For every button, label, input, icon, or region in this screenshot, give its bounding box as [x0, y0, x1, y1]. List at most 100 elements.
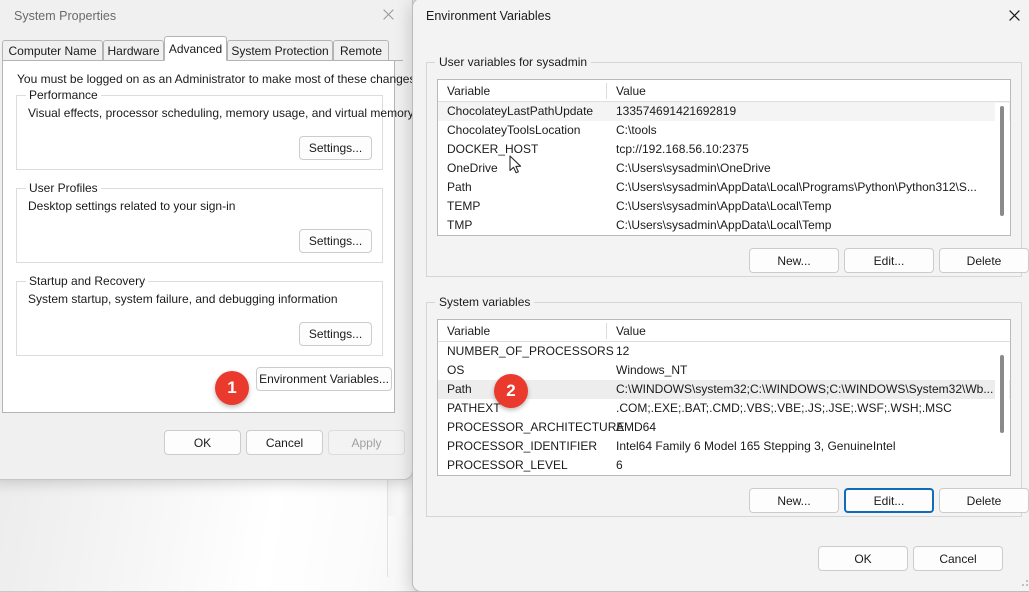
table-row[interactable]: OS Windows_NT — [438, 361, 1010, 380]
system-properties-apply-button: Apply — [328, 430, 405, 455]
user-variables-delete-button[interactable]: Delete — [939, 248, 1029, 273]
system-variables-column-variable: Variable — [447, 324, 491, 338]
user-variables-rows: ChocolateyLastPathUpdate 133574691421692… — [438, 102, 1010, 235]
user-profiles-group: User Profiles Desktop settings related t… — [16, 181, 383, 263]
tab-remote[interactable]: Remote — [333, 40, 389, 61]
environment-variables-cancel-button[interactable]: Cancel — [913, 546, 1003, 571]
user-variables-edit-button[interactable]: Edit... — [844, 248, 934, 273]
annotation-badge-2: 2 — [494, 374, 528, 408]
table-row[interactable]: ChocolateyLastPathUpdate 133574691421692… — [438, 102, 1010, 121]
resize-grip[interactable] — [1022, 576, 1029, 588]
table-row[interactable]: DOCKER_HOST tcp://192.168.56.10:2375 — [438, 140, 1010, 159]
system-properties-tabstrip: Computer Name Hardware Advanced System P… — [2, 36, 403, 61]
advanced-tab-page: You must be logged on as an Administrato… — [2, 60, 412, 413]
performance-settings-button[interactable]: Settings... — [299, 136, 372, 160]
table-row[interactable]: TMP C:\Users\sysadmin\AppData\Local\Temp — [438, 216, 1010, 235]
tab-computer-name[interactable]: Computer Name — [2, 40, 103, 61]
variable-name: PROCESSOR_LEVEL — [447, 458, 568, 472]
scrollbar-thumb[interactable] — [1000, 106, 1004, 216]
user-variables-column-variable: Variable — [447, 84, 491, 98]
variable-name: PROCESSOR_IDENTIFIER — [447, 439, 598, 453]
variable-name: ChocolateyToolsLocation — [447, 123, 581, 137]
variable-name: Path — [447, 382, 472, 396]
performance-description: Visual effects, processor scheduling, me… — [28, 106, 413, 120]
table-row[interactable]: PROCESSOR_IDENTIFIER Intel64 Family 6 Mo… — [438, 437, 1010, 456]
system-properties-titlebar[interactable]: System Properties — [0, 0, 412, 29]
variable-name: PATHEXT — [447, 401, 501, 415]
variable-value: 6 — [616, 458, 623, 472]
close-icon[interactable] — [366, 0, 410, 29]
system-variables-scrollbar[interactable] — [995, 343, 1009, 474]
variable-name: NUMBER_OF_PROCESSORS — [447, 344, 614, 358]
variable-value: Intel64 Family 6 Model 165 Stepping 3, G… — [616, 439, 896, 453]
administrator-note: You must be logged on as an Administrato… — [17, 72, 413, 86]
performance-group-label: Performance — [26, 88, 101, 102]
user-variables-list[interactable]: Variable Value ChocolateyLastPathUpdate … — [437, 79, 1011, 236]
tab-system-protection[interactable]: System Protection — [227, 40, 333, 61]
system-variables-new-button[interactable]: New... — [749, 488, 839, 513]
user-profiles-settings-button[interactable]: Settings... — [299, 229, 372, 253]
close-icon[interactable] — [992, 0, 1029, 31]
startup-recovery-description: System startup, system failure, and debu… — [28, 292, 338, 306]
table-row[interactable]: OneDrive C:\Users\sysadmin\OneDrive — [438, 159, 1010, 178]
performance-group: Performance Visual effects, processor sc… — [16, 88, 412, 170]
table-row[interactable]: ChocolateyToolsLocation C:\tools — [438, 121, 1010, 140]
variable-name: OneDrive — [447, 161, 498, 175]
table-row[interactable]: NUMBER_OF_PROCESSORS 12 — [438, 342, 1010, 361]
system-variables-group-label: System variables — [435, 295, 535, 309]
environment-variables-ok-button[interactable]: OK — [818, 546, 908, 571]
user-variables-new-button[interactable]: New... — [749, 248, 839, 273]
tab-advanced[interactable]: Advanced — [164, 36, 227, 61]
variable-name: OS — [447, 363, 465, 377]
variable-value: C:\Users\sysadmin\AppData\Local\Temp — [616, 218, 832, 232]
variable-value: C:\Users\sysadmin\OneDrive — [616, 161, 771, 175]
variable-name: Path — [447, 180, 472, 194]
startup-recovery-settings-button[interactable]: Settings... — [299, 322, 372, 346]
variable-value: C:\Users\sysadmin\AppData\Local\Programs… — [616, 180, 977, 194]
tab-hardware[interactable]: Hardware — [103, 40, 164, 61]
user-variables-group: User variables for sysadmin Variable Val… — [426, 55, 1029, 277]
variable-name: DOCKER_HOST — [447, 142, 539, 156]
environment-variables-titlebar[interactable]: Environment Variables — [413, 0, 1029, 29]
startup-recovery-group: Startup and Recovery System startup, sys… — [16, 274, 383, 356]
variable-value: 12 — [616, 344, 630, 358]
system-variables-rows: NUMBER_OF_PROCESSORS 12 OS Windows_NT Pa… — [438, 342, 1010, 475]
system-properties-title: System Properties — [14, 9, 117, 23]
variable-value: AMD64 — [616, 420, 657, 434]
table-row[interactable]: PROCESSOR_ARCHITECTURE AMD64 — [438, 418, 1010, 437]
user-variables-column-value: Value — [616, 84, 646, 98]
variable-value: tcp://192.168.56.10:2375 — [616, 142, 749, 156]
table-row[interactable]: PROCESSOR_LEVEL 6 — [438, 456, 1010, 475]
column-separator — [606, 83, 607, 99]
variable-name: ChocolateyLastPathUpdate — [447, 104, 594, 118]
table-row[interactable]: Path C:\Users\sysadmin\AppData\Local\Pro… — [438, 178, 1010, 197]
system-variables-edit-button[interactable]: Edit... — [844, 488, 934, 513]
user-variables-group-label: User variables for sysadmin — [435, 55, 592, 69]
system-variables-delete-button[interactable]: Delete — [939, 488, 1029, 513]
user-variables-scrollbar[interactable] — [995, 103, 1009, 234]
user-variables-header: Variable Value — [438, 80, 1010, 102]
system-properties-ok-button[interactable]: OK — [164, 430, 241, 455]
variable-name: TMP — [447, 218, 473, 232]
variable-name: TEMP — [447, 199, 481, 213]
variable-value: C:\tools — [616, 123, 657, 137]
user-profiles-group-label: User Profiles — [26, 181, 101, 195]
environment-variables-title: Environment Variables — [426, 9, 551, 23]
system-variables-group: System variables Variable Value NUMBER_O… — [426, 295, 1029, 517]
variable-value: C:\WINDOWS\system32;C:\WINDOWS;C:\WINDOW… — [616, 382, 994, 396]
system-variables-header: Variable Value — [438, 320, 1010, 342]
user-profiles-description: Desktop settings related to your sign-in — [28, 199, 236, 213]
system-properties-window[interactable]: System Properties Computer Name Hardware… — [0, 0, 413, 480]
startup-recovery-group-label: Startup and Recovery — [26, 274, 149, 288]
variable-name: PROCESSOR_ARCHITECTURE — [447, 420, 625, 434]
environment-variables-window[interactable]: Environment Variables User variables for… — [412, 0, 1029, 592]
column-separator — [606, 323, 607, 339]
table-row[interactable]: TEMP C:\Users\sysadmin\AppData\Local\Tem… — [438, 197, 1010, 216]
variable-value: Windows_NT — [616, 363, 688, 377]
annotation-badge-1: 1 — [215, 371, 249, 405]
system-variables-column-value: Value — [616, 324, 646, 338]
scrollbar-thumb[interactable] — [1000, 355, 1004, 433]
variable-value: 133574691421692819 — [616, 104, 737, 118]
system-properties-cancel-button[interactable]: Cancel — [246, 430, 323, 455]
environment-variables-button[interactable]: Environment Variables... — [256, 367, 392, 391]
